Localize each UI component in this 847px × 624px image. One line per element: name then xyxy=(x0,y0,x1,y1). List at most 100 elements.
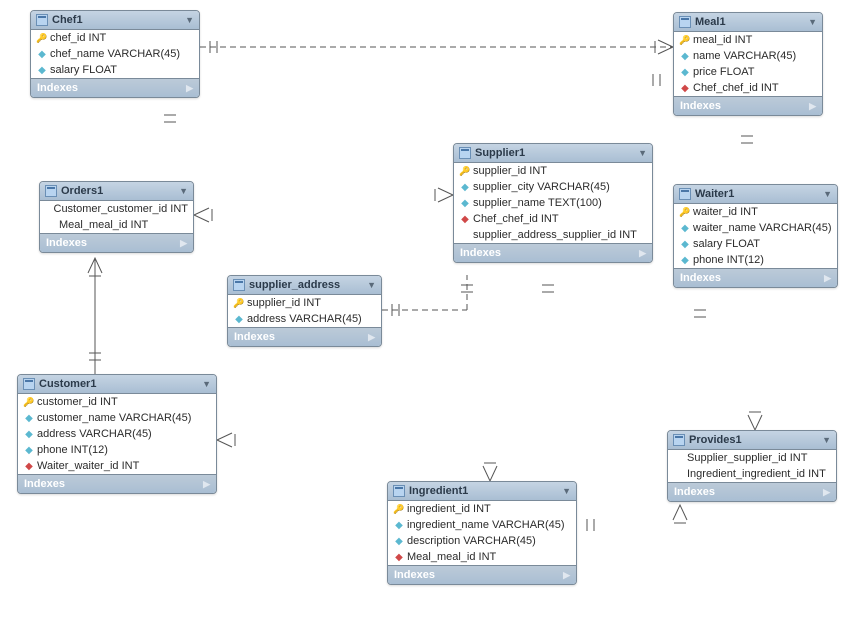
expand-icon[interactable]: ▶ xyxy=(368,332,375,343)
column-row[interactable]: ◆supplier_name TEXT(100) xyxy=(454,195,652,211)
indexes-section[interactable]: Indexes▶ xyxy=(31,78,199,97)
collapse-icon[interactable]: ▼ xyxy=(202,379,211,389)
column-row[interactable]: ◆salary FLOAT xyxy=(31,62,199,78)
entity-table[interactable]: Customer1▼🔑customer_id INT◆customer_name… xyxy=(17,374,217,494)
column-row[interactable]: ◆Chef_chef_id INT xyxy=(454,211,652,227)
collapse-icon[interactable]: ▼ xyxy=(562,486,571,496)
indexes-section[interactable]: Indexes ▶ xyxy=(40,233,193,252)
expand-icon[interactable]: ▶ xyxy=(203,479,210,490)
column-row[interactable]: ◆Chef_chef_id INT xyxy=(674,80,822,96)
entity-header[interactable]: Supplier1▼ xyxy=(454,144,652,163)
entity-header[interactable]: Orders1▼ xyxy=(40,182,193,201)
entity-table[interactable]: Meal1▼🔑meal_id INT◆name VARCHAR(45)◆pric… xyxy=(673,12,823,116)
column-label: ingredient_name VARCHAR(45) xyxy=(407,519,565,531)
column-row[interactable]: ◆customer_name VARCHAR(45) xyxy=(18,410,216,426)
collapse-icon[interactable]: ▼ xyxy=(185,15,194,25)
column-row[interactable]: 🔑supplier_id INT xyxy=(228,295,381,311)
expand-icon[interactable]: ▶ xyxy=(563,570,570,581)
indexes-section[interactable]: Indexes▶ xyxy=(674,268,837,287)
diamond-icon: ◆ xyxy=(23,413,35,424)
column-row[interactable]: ◆address VARCHAR(45) xyxy=(18,426,216,442)
column-label: waiter_id INT xyxy=(693,206,758,218)
collapse-icon[interactable]: ▼ xyxy=(638,148,647,158)
indexes-section[interactable]: Indexes▶ xyxy=(228,327,381,346)
column-row[interactable]: ◆ingredient_name VARCHAR(45) xyxy=(388,517,576,533)
expand-icon[interactable]: ▶ xyxy=(809,101,816,112)
column-row[interactable]: 🔑supplier_id INT xyxy=(454,163,652,179)
diamond-fk-icon: ◆ xyxy=(679,83,691,94)
entity-header[interactable]: supplier_address▼ xyxy=(228,276,381,295)
column-row[interactable]: 🔑chef_id INT xyxy=(31,30,199,46)
indexes-section[interactable]: Indexes▶ xyxy=(454,243,652,262)
entity-header[interactable]: Meal1 ▼ xyxy=(674,13,822,32)
indexes-label: Indexes xyxy=(46,237,87,249)
entity-table[interactable]: Supplier1▼🔑supplier_id INT◆supplier_city… xyxy=(453,143,653,263)
collapse-icon[interactable]: ▼ xyxy=(822,435,831,445)
entity-table[interactable]: Chef1 ▼ 🔑chef_id INT◆chef_name VARCHAR(45)… xyxy=(30,10,200,98)
entity-header[interactable]: Ingredient1▼ xyxy=(388,482,576,501)
entity-header[interactable]: Chef1 ▼ xyxy=(31,11,199,30)
indexes-section[interactable]: Indexes▶ xyxy=(18,474,216,493)
indexes-label: Indexes xyxy=(680,100,721,112)
expand-icon[interactable]: ▶ xyxy=(180,238,187,249)
column-row[interactable]: supplier_address_supplier_id INT xyxy=(454,227,652,243)
column-row[interactable]: ◆name VARCHAR(45) xyxy=(674,48,822,64)
entity-header[interactable]: Provides1 ▼ xyxy=(668,431,836,450)
table-icon xyxy=(233,279,245,291)
column-row[interactable]: 🔑ingredient_id INT xyxy=(388,501,576,517)
column-row[interactable]: 🔑waiter_id INT xyxy=(674,204,837,220)
column-row[interactable]: ◆phone INT(12) xyxy=(674,252,837,268)
column-row[interactable]: 🔑meal_id INT xyxy=(674,32,822,48)
column-row[interactable]: ◆phone INT(12) xyxy=(18,442,216,458)
indexes-label: Indexes xyxy=(674,486,715,498)
diamond-icon: ◆ xyxy=(679,239,691,250)
column-row[interactable]: ◆chef_name VARCHAR(45) xyxy=(31,46,199,62)
key-icon: 🔑 xyxy=(233,298,245,309)
column-row[interactable]: ◆waiter_name VARCHAR(45) xyxy=(674,220,837,236)
diamond-fk-icon: ◆ xyxy=(393,552,405,563)
column-row[interactable]: ◆price FLOAT xyxy=(674,64,822,80)
expand-icon[interactable]: ▶ xyxy=(639,248,646,259)
collapse-icon[interactable]: ▼ xyxy=(808,17,817,27)
column-row[interactable]: Ingredient_ingredient_id INT xyxy=(668,466,836,482)
diamond-icon: ◆ xyxy=(23,445,35,456)
expand-icon[interactable]: ▶ xyxy=(823,487,830,498)
table-icon xyxy=(673,434,685,446)
collapse-icon[interactable]: ▼ xyxy=(823,189,832,199)
column-row[interactable]: ◆supplier_city VARCHAR(45) xyxy=(454,179,652,195)
column-label: price FLOAT xyxy=(693,66,755,78)
column-row[interactable]: ◆description VARCHAR(45) xyxy=(388,533,576,549)
indexes-section[interactable]: Indexes▶ xyxy=(388,565,576,584)
column-row[interactable]: Supplier_supplier_id INT xyxy=(668,450,836,466)
column-label: customer_name VARCHAR(45) xyxy=(37,412,191,424)
entity-table[interactable]: Waiter1▼🔑waiter_id INT◆waiter_name VARCH… xyxy=(673,184,838,288)
entity-table[interactable]: supplier_address▼🔑supplier_id INT◆addres… xyxy=(227,275,382,347)
expand-icon[interactable]: ▶ xyxy=(824,273,831,284)
entity-table[interactable]: Provides1 ▼ Supplier_supplier_id INTIngred… xyxy=(667,430,837,502)
entity-title: Customer1 xyxy=(39,378,96,390)
entity-title: Meal1 xyxy=(695,16,726,28)
column-label: Chef_chef_id INT xyxy=(473,213,559,225)
key-icon: 🔑 xyxy=(36,33,48,44)
column-row[interactable]: ◆salary FLOAT xyxy=(674,236,837,252)
collapse-icon[interactable]: ▼ xyxy=(179,186,188,196)
column-row[interactable]: Customer_customer_id INT xyxy=(40,201,193,217)
entity-header[interactable]: Customer1 ▼ xyxy=(18,375,216,394)
indexes-section[interactable]: Indexes ▶ xyxy=(674,96,822,115)
entity-table[interactable]: Orders1▼ Customer_customer_id INT Meal_mea… xyxy=(39,181,194,253)
collapse-icon[interactable]: ▼ xyxy=(367,280,376,290)
column-row[interactable]: ◆address VARCHAR(45) xyxy=(228,311,381,327)
column-row[interactable]: 🔑customer_id INT xyxy=(18,394,216,410)
entity-title: Chef1 xyxy=(52,14,83,26)
entity-header[interactable]: Waiter1▼ xyxy=(674,185,837,204)
column-label: Customer_customer_id INT xyxy=(54,203,189,215)
expand-icon[interactable]: ▶ xyxy=(186,83,193,94)
key-icon: 🔑 xyxy=(393,504,405,515)
entity-title: Provides1 xyxy=(689,434,742,446)
entity-table[interactable]: Ingredient1▼🔑ingredient_id INT◆ingredien… xyxy=(387,481,577,585)
column-row[interactable]: ◆Meal_meal_id INT xyxy=(388,549,576,565)
column-row[interactable]: ◆Waiter_waiter_id INT xyxy=(18,458,216,474)
diamond-icon: ◆ xyxy=(393,536,405,547)
indexes-section[interactable]: Indexes ▶ xyxy=(668,482,836,501)
column-row[interactable]: Meal_meal_id INT xyxy=(40,217,193,233)
